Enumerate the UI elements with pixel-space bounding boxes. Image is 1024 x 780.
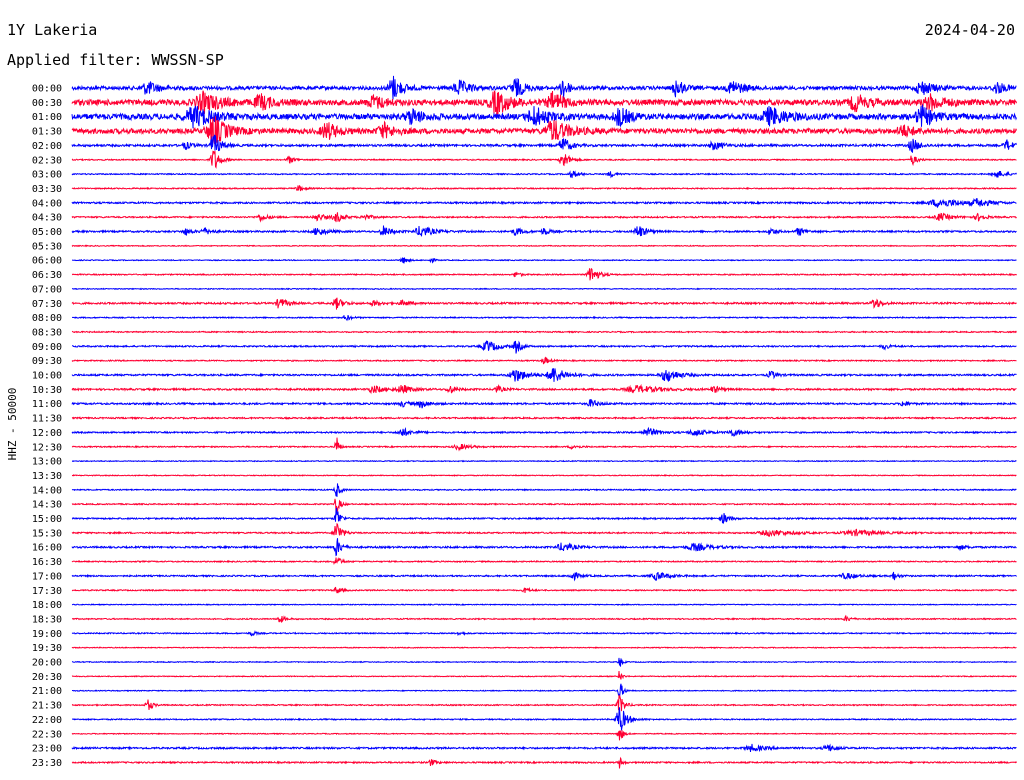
time-tick-label: 04:30 <box>32 213 62 224</box>
time-tick-label: 18:30 <box>32 614 62 625</box>
trace-line <box>71 150 1017 169</box>
time-tick-label: 12:00 <box>32 428 62 439</box>
time-tick-label: 21:30 <box>32 701 62 712</box>
time-tick-label: 23:30 <box>32 758 62 769</box>
trace-line <box>72 683 1017 698</box>
time-tick-label: 08:00 <box>32 313 62 324</box>
trace-line <box>71 416 1017 421</box>
trace-line <box>71 184 1017 192</box>
time-tick-label: 21:00 <box>32 686 62 697</box>
time-tick-label: 22:00 <box>32 715 62 726</box>
trace-line <box>71 244 1017 248</box>
time-tick-label: 13:30 <box>32 471 62 482</box>
trace-line <box>71 657 1017 667</box>
time-tick-label: 05:00 <box>32 227 62 238</box>
time-tick-label: 15:30 <box>32 528 62 539</box>
trace-line <box>71 483 1017 497</box>
trace-line <box>71 756 1017 769</box>
trace-line <box>71 557 1017 566</box>
time-tick-label: 05:30 <box>32 241 62 252</box>
trace-line <box>71 498 1017 514</box>
time-tick-label: 09:30 <box>32 356 62 367</box>
time-tick-label: 01:30 <box>32 127 62 138</box>
time-tick-label: 00:00 <box>32 84 62 95</box>
trace-line <box>71 671 1017 680</box>
trace-line <box>71 437 1017 452</box>
time-tick-label: 00:30 <box>32 98 62 109</box>
trace-line <box>71 474 1017 477</box>
trace-line <box>71 134 1017 153</box>
trace-line <box>71 571 1017 582</box>
trace-line <box>71 523 1017 538</box>
trace-line <box>71 459 1017 463</box>
time-tick-label: 14:00 <box>32 485 62 496</box>
time-tick-label: 20:30 <box>32 672 62 683</box>
trace-line <box>71 170 1017 179</box>
trace-line <box>71 287 1017 291</box>
trace-line <box>71 197 1017 209</box>
time-tick-label: 03:30 <box>32 184 62 195</box>
trace-line <box>71 368 1017 382</box>
trace-line <box>71 630 1017 637</box>
time-tick-label: 18:00 <box>32 600 62 611</box>
time-tick-label: 22:30 <box>32 729 62 740</box>
trace-line <box>71 538 1017 557</box>
trace-line <box>72 315 1017 322</box>
trace-line <box>71 614 1017 623</box>
helicorder-page: 1Y Lakeria 2024-04-20 Applied filter: WW… <box>0 0 1024 780</box>
trace-line <box>71 694 1017 712</box>
trace-line <box>71 267 1017 281</box>
time-tick-label: 06:00 <box>32 256 62 267</box>
time-tick-label: 11:00 <box>32 399 62 410</box>
time-tick-label: 23:00 <box>32 744 62 755</box>
trace-line <box>71 330 1017 334</box>
trace-line <box>71 507 1017 524</box>
trace-line <box>71 646 1017 650</box>
time-tick-label: 16:00 <box>32 543 62 554</box>
trace-line <box>71 399 1017 409</box>
trace-line <box>71 743 1017 753</box>
time-tick-label: 02:00 <box>32 141 62 152</box>
time-tick-label: 19:30 <box>32 643 62 654</box>
time-tick-label: 17:30 <box>32 586 62 597</box>
trace-line <box>71 603 1017 606</box>
trace-line <box>71 383 1017 395</box>
time-tick-label: 01:00 <box>32 112 62 123</box>
trace-line <box>71 212 1017 223</box>
trace-line <box>71 90 1017 116</box>
time-tick-label: 17:00 <box>32 571 62 582</box>
time-tick-label: 10:30 <box>32 385 62 396</box>
trace-line <box>71 356 1017 365</box>
trace-line <box>71 730 1017 741</box>
time-tick-label: 20:00 <box>32 658 62 669</box>
time-tick-label: 02:30 <box>32 155 62 166</box>
time-tick-label: 08:30 <box>32 327 62 338</box>
trace-line <box>71 340 1017 354</box>
time-tick-label: 12:30 <box>32 442 62 453</box>
trace-line <box>72 257 1017 264</box>
time-tick-label: 06:30 <box>32 270 62 281</box>
time-tick-label: 07:30 <box>32 299 62 310</box>
time-tick-label: 09:00 <box>32 342 62 353</box>
trace-line <box>72 707 1017 731</box>
trace-line <box>71 297 1017 310</box>
time-tick-label: 03:00 <box>32 170 62 181</box>
seismogram-traces: 00:00 00:30 01:00 01:30 02:00 02:30 03:00 03:30… <box>32 75 1017 769</box>
time-tick-label: 13:00 <box>32 457 62 468</box>
time-tick-label: 19:00 <box>32 629 62 640</box>
trace-line <box>71 225 1017 237</box>
time-tick-label: 04:00 <box>32 198 62 209</box>
time-tick-label: 07:00 <box>32 284 62 295</box>
time-tick-label: 10:00 <box>32 371 62 382</box>
time-tick-label: 15:00 <box>32 514 62 525</box>
trace-line <box>71 426 1017 437</box>
time-tick-label: 14:30 <box>32 500 62 511</box>
trace-line <box>71 586 1017 594</box>
time-tick-label: 11:30 <box>32 414 62 425</box>
trace-line <box>71 75 1017 100</box>
time-tick-label: 16:30 <box>32 557 62 568</box>
